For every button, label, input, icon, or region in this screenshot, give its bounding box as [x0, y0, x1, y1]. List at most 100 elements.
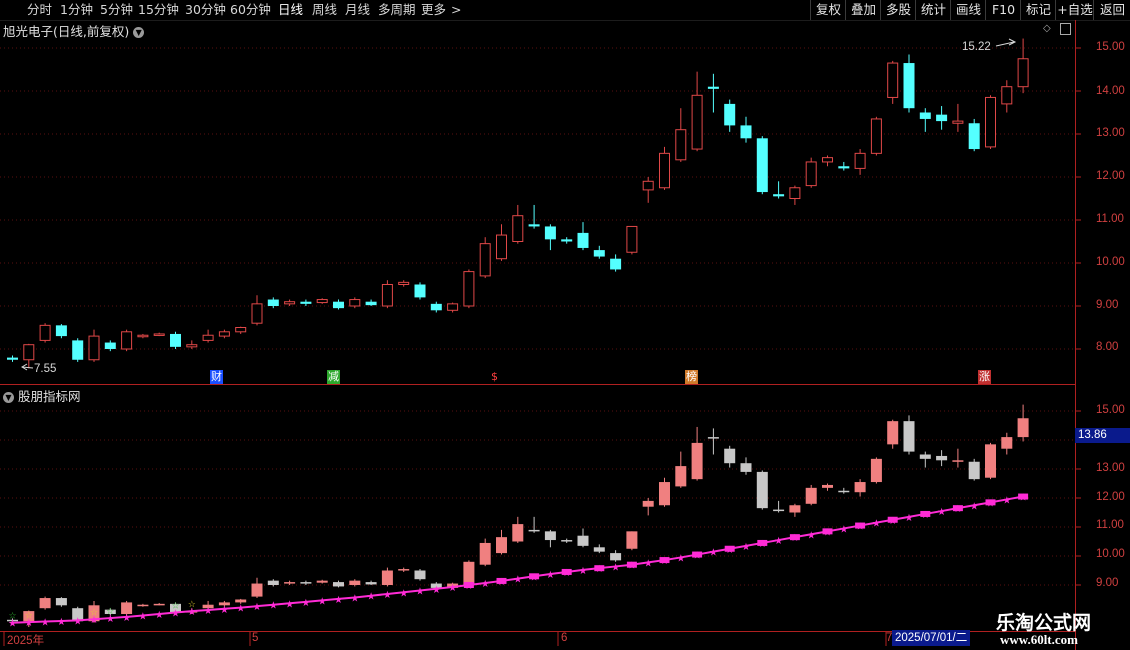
sub-candle-body	[300, 582, 312, 584]
sub-candle-body	[870, 458, 882, 483]
main-candle-body	[300, 301, 312, 304]
main-candle-body	[544, 226, 556, 240]
ma-block-marker	[757, 539, 768, 546]
main-candle-body	[398, 281, 410, 286]
ma-block-marker	[463, 582, 474, 588]
main-candle-body	[72, 340, 84, 360]
pane-divider[interactable]	[0, 384, 1075, 385]
ma-block-marker	[952, 505, 963, 512]
event-marker-2[interactable]: $	[490, 370, 499, 384]
signal-star: ☆	[90, 608, 98, 618]
sub-candle-body	[137, 604, 149, 607]
ma-star-marker: ★	[579, 566, 588, 577]
signal-star: ☆	[171, 602, 179, 612]
main-candle-body	[251, 303, 263, 324]
signal-star: ☆	[25, 611, 33, 621]
cursor-date-badge: 2025/07/01/二	[892, 630, 971, 646]
main-candle-body	[381, 284, 393, 307]
main-candle-body	[447, 303, 459, 311]
main-candle-body	[512, 215, 524, 242]
sub-candle-body	[903, 421, 915, 452]
sub-candle-body	[528, 529, 540, 532]
candlestick-chart[interactable]: ★ ★ ★ ★ ★ ★ ★ ★ ★ ★ ★ ★ ★ ★ ★ ★ ★ ★ ★ ★ ★ ★ ★ ★ ★ ★ ★ ★ ★ ★ ★ ★ ★ ★ ★★★★★★…	[0, 0, 1130, 650]
price-axis-divider	[1075, 20, 1076, 650]
ma-block-marker	[659, 557, 670, 564]
main-candle-body	[479, 243, 491, 277]
ma-star-marker: ★	[122, 613, 131, 624]
ma-star-marker: ★	[807, 530, 816, 541]
low-price-label: 7.55	[34, 363, 56, 375]
sub-candle-body	[349, 580, 361, 585]
main-candle-body	[104, 342, 116, 349]
ma-star-marker: ★	[236, 604, 245, 615]
ma-star-marker: ★	[285, 599, 294, 610]
event-marker-3[interactable]: 榜	[685, 370, 698, 384]
main-candle-body	[675, 129, 687, 161]
current-value-badge: 13.86	[1075, 428, 1130, 443]
main-candle-body	[349, 299, 361, 307]
ma-star-marker: ★	[448, 583, 457, 594]
ma-star-marker: ★	[334, 595, 343, 606]
main-candle-body	[55, 325, 67, 337]
sub-candle-body	[39, 598, 51, 609]
main-candle-body	[642, 180, 654, 191]
main-candle-body	[919, 112, 931, 119]
main-candle-body	[870, 118, 882, 154]
main-candle-body	[7, 357, 18, 360]
sub-candle-body	[854, 482, 866, 493]
main-candle-body	[1001, 86, 1013, 105]
event-marker-1[interactable]: 减	[327, 370, 340, 384]
main-candle-body	[887, 62, 899, 98]
main-candle-body	[903, 63, 915, 109]
main-candle-body	[235, 327, 247, 333]
main-candle-body	[202, 334, 214, 341]
sub-candle-body	[756, 471, 768, 509]
sub-candle-body	[724, 448, 736, 464]
main-y-tick: 12.00	[1096, 170, 1125, 182]
main-candle-body	[39, 324, 51, 341]
timeline-label-may: 5	[252, 632, 259, 644]
main-candle-body	[414, 284, 426, 298]
sub-candle-body	[985, 444, 996, 478]
main-candle-body	[218, 331, 230, 337]
main-candle-body	[789, 187, 801, 199]
ma-block-marker	[920, 510, 931, 517]
timeline-label-june: 6	[561, 632, 568, 644]
main-candle-body	[463, 271, 475, 307]
sub-candle-body	[561, 540, 573, 542]
main-y-tick: 9.00	[1096, 299, 1119, 311]
event-marker-4[interactable]: 涨	[978, 370, 991, 384]
ma-star-marker: ★	[318, 596, 327, 607]
ma-star-marker: ★	[872, 519, 881, 530]
main-candle-body	[333, 301, 344, 309]
main-candle-body	[430, 303, 442, 311]
main-candle-body	[838, 166, 850, 169]
main-candle-body	[561, 239, 573, 242]
ma-star-marker: ★	[481, 579, 490, 590]
main-candle-body	[707, 86, 719, 89]
ma-block-marker	[626, 561, 637, 568]
ma-star-marker: ★	[41, 618, 50, 629]
ma-star-marker: ★	[57, 617, 66, 628]
main-candle-body	[316, 299, 328, 304]
main-candle-body	[121, 331, 133, 350]
sub-candle-body	[805, 487, 817, 504]
sub-candle-body	[691, 442, 703, 480]
ma-star-marker: ★	[676, 553, 685, 564]
ma-star-marker: ★	[204, 606, 213, 617]
ma-block-marker	[855, 522, 866, 529]
ma-block-marker	[594, 565, 605, 572]
sub-candle-body	[365, 582, 377, 585]
main-candle-body	[773, 194, 785, 197]
sub-candle-body	[55, 598, 67, 606]
sub-candle-body	[610, 553, 622, 561]
sub-candle-body	[414, 570, 426, 580]
main-candle-body	[577, 232, 589, 248]
main-y-tick: 8.00	[1096, 341, 1119, 353]
main-candle-body	[740, 125, 752, 139]
ma-block-marker	[724, 545, 735, 552]
event-marker-0[interactable]: 财	[210, 370, 223, 384]
ma-block-marker	[789, 534, 800, 541]
ma-star-marker: ★	[432, 585, 441, 596]
sub-candle-body	[936, 455, 948, 461]
